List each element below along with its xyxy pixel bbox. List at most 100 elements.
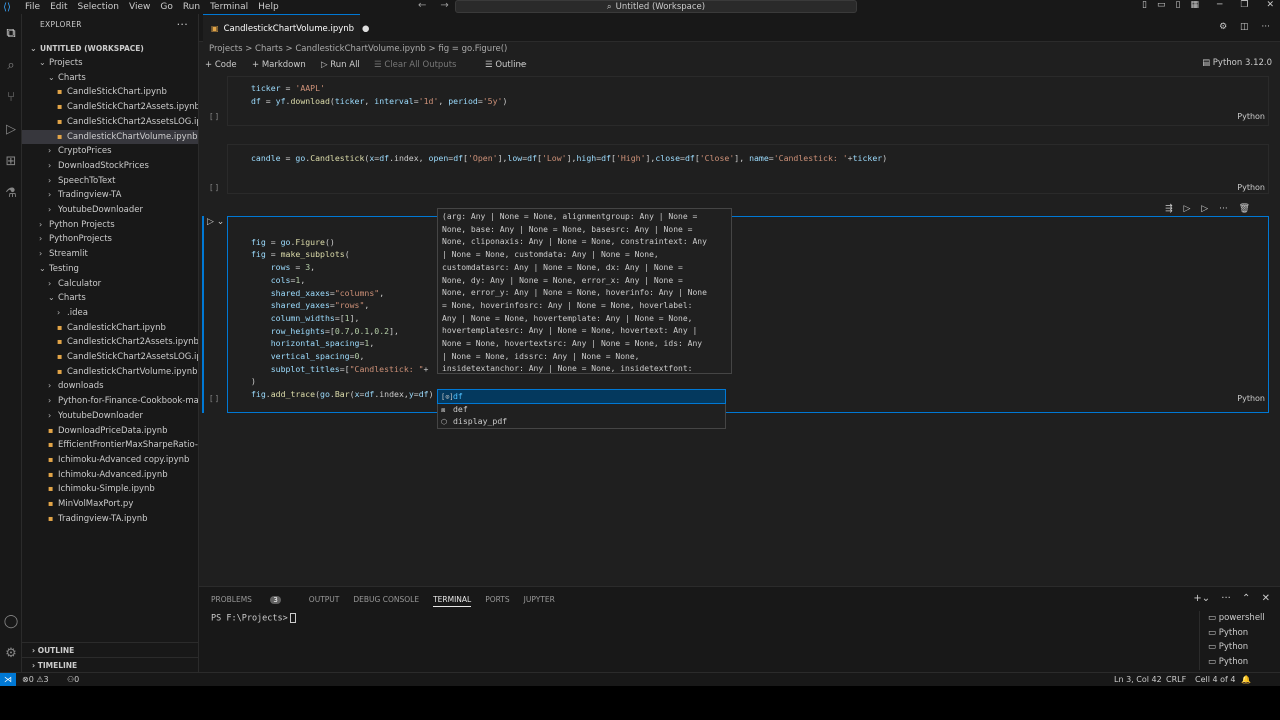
run-all-button[interactable]: ▷ Run All <box>321 58 360 72</box>
folder-item[interactable]: › Streamlit <box>22 247 198 262</box>
cell-3-language[interactable]: Python <box>1237 394 1265 403</box>
folder-item[interactable]: › YoutubeDownloader <box>22 409 198 424</box>
extensions-icon[interactable]: ⊞ <box>3 154 19 170</box>
source-control-icon[interactable]: ⑂ <box>3 90 19 106</box>
code-cell-2[interactable]: candle = go.Candlestick(x=df.index, open… <box>227 144 1269 194</box>
restore-icon[interactable]: ❐ <box>1240 0 1248 10</box>
execute-above-icon[interactable]: ▷ <box>1184 204 1191 214</box>
cell-1-language[interactable]: Python <box>1237 112 1265 121</box>
remote-indicator-icon[interactable]: ⋊ <box>0 673 16 686</box>
outline-section[interactable]: › OUTLINE <box>22 642 198 657</box>
tab-jupyter[interactable]: JUPYTER <box>524 595 555 607</box>
account-icon[interactable]: ◯ <box>3 614 19 630</box>
folder-item[interactable]: › DownloadStockPrices <box>22 159 198 174</box>
run-by-line-icon[interactable]: ⇶ <box>1165 204 1173 214</box>
suggestion-item[interactable]: ⧈ def <box>438 403 725 416</box>
file-item[interactable]: ▪ CandlestickChartVolume.ipynb <box>22 365 198 380</box>
tab-problems[interactable]: PROBLEMS 3 <box>211 595 295 607</box>
customize-layout-icon[interactable]: ▦ <box>1190 0 1199 10</box>
tab-output[interactable]: OUTPUT <box>309 595 340 607</box>
menu-view[interactable]: View <box>129 2 150 12</box>
suggestion-item[interactable]: ⬡ display_pdf <box>438 415 725 428</box>
new-terminal-icon[interactable]: +⌄ <box>1193 593 1210 604</box>
terminal-item[interactable]: ▭ Python <box>1208 655 1279 670</box>
cell-2-code[interactable]: candle = go.Candlestick(x=df.index, open… <box>251 152 887 165</box>
toggle-secondary-sidebar-icon[interactable]: ▯ <box>1175 0 1180 10</box>
add-markdown-button[interactable]: + Markdown <box>252 58 306 72</box>
file-item[interactable]: ▪ CandlestickChart.ipynb <box>22 321 198 336</box>
file-item[interactable]: ▪ CandleStickChart2AssetsLOG.ipynb <box>22 115 198 130</box>
file-item[interactable]: ▪ CandleStickChart2Assets.ipynb <box>22 100 198 115</box>
toggle-sidebar-icon[interactable]: ▯ <box>1142 0 1147 10</box>
folder-item[interactable]: › .idea <box>22 306 198 321</box>
line-ending[interactable]: CRLF <box>1166 673 1186 686</box>
cell-1-code[interactable]: ticker = 'AAPL' df = yf.download(ticker, … <box>251 82 507 107</box>
file-item[interactable]: ▪ CandleStickChart2AssetsLOG.ipynb <box>22 350 198 365</box>
kernel-picker[interactable]: ▤ Python 3.12.0 <box>1202 58 1272 68</box>
folder-item[interactable]: › CryptoPrices <box>22 144 198 159</box>
folder-item[interactable]: › Tradingview-TA <box>22 188 198 203</box>
terminal-item[interactable]: ▭ Python <box>1208 640 1279 655</box>
forward-arrow-icon[interactable]: → <box>440 0 448 11</box>
run-cell-button[interactable]: ▷ ⌄ <box>207 217 224 227</box>
workspace-root[interactable]: ⌄ UNTITLED (WORKSPACE) <box>22 42 198 57</box>
file-item[interactable]: ▪ CandlestickChartVolume.ipynb <box>22 129 198 145</box>
testing-icon[interactable]: ⚗ <box>3 186 19 202</box>
unsaved-dot-icon[interactable]: ● <box>362 24 369 34</box>
split-editor-icon[interactable]: ◫ <box>1240 22 1249 32</box>
file-item[interactable]: ▪ DownloadPriceData.ipynb <box>22 424 198 439</box>
folder-item[interactable]: › YoutubeDownloader <box>22 203 198 218</box>
folder-item[interactable]: ⌄ Projects <box>22 56 198 71</box>
search-icon[interactable]: ⌕ <box>3 58 19 74</box>
folder-item[interactable]: › PythonProjects <box>22 232 198 247</box>
cursor-position[interactable]: Ln 3, Col 42 <box>1114 673 1162 686</box>
more-actions-icon[interactable]: ··· <box>1219 204 1228 214</box>
file-item[interactable]: ▪ MinVolMaxPort.py <box>22 497 198 512</box>
explorer-icon[interactable]: ⧉ <box>3 26 19 42</box>
file-item[interactable]: ▪ Tradingview-TA.ipynb <box>22 512 198 527</box>
close-window-icon[interactable]: ✕ <box>1266 0 1274 10</box>
file-item[interactable]: ▪ Ichimoku-Simple.ipynb <box>22 482 198 497</box>
folder-item[interactable]: › Python-for-Finance-Cookbook-mas... <box>22 394 198 409</box>
tab-notebook[interactable]: ▣ CandlestickChartVolume.ipynb ● <box>203 14 369 42</box>
cell-2-language[interactable]: Python <box>1237 183 1265 192</box>
manage-gear-icon[interactable]: ⚙ <box>3 646 19 662</box>
ports-status[interactable]: ⚇0 <box>67 673 79 686</box>
folder-item[interactable]: › SpeechToText <box>22 174 198 189</box>
cell-indicator[interactable]: Cell 4 of 4 <box>1195 673 1235 686</box>
more-actions-icon[interactable]: ··· <box>1261 22 1270 32</box>
file-item[interactable]: ▪ CandleStickChart.ipynb <box>22 85 198 100</box>
clear-outputs-button[interactable]: ☰ Clear All Outputs <box>374 58 456 72</box>
folder-item[interactable]: ⌄ Charts <box>22 71 198 86</box>
toggle-panel-icon[interactable]: ▭ <box>1157 0 1166 10</box>
menu-edit[interactable]: Edit <box>50 2 67 12</box>
file-item[interactable]: ▪ Ichimoku-Advanced copy.ipynb <box>22 453 198 468</box>
file-item[interactable]: ▪ Ichimoku-Advanced.ipynb <box>22 468 198 483</box>
maximize-panel-icon[interactable]: ⌃ <box>1242 593 1250 604</box>
breadcrumb[interactable]: Projects > Charts > CandlestickChartVolu… <box>209 44 507 54</box>
more-actions-icon[interactable]: ··· <box>177 18 188 31</box>
problems-status[interactable]: ⊗0 ⚠3 <box>22 673 49 686</box>
terminal-prompt[interactable]: PS F:\Projects> <box>211 613 296 624</box>
cell-3-code[interactable]: fig = go.Figure() fig = make_subplots( ro… <box>251 223 434 401</box>
file-item[interactable]: ▪ EfficientFrontierMaxSharpeRatio-M... <box>22 438 198 453</box>
tab-terminal[interactable]: TERMINAL <box>433 595 472 607</box>
tab-debug-console[interactable]: DEBUG CONSOLE <box>353 595 419 607</box>
folder-item[interactable]: ⌄ Testing <box>22 262 198 277</box>
notifications-bell-icon[interactable]: 🔔 <box>1241 673 1251 686</box>
menu-terminal[interactable]: Terminal <box>210 2 248 12</box>
execute-below-icon[interactable]: ▷ <box>1201 204 1208 214</box>
minimize-icon[interactable]: ─ <box>1217 0 1222 10</box>
folder-item[interactable]: › downloads <box>22 379 198 394</box>
menu-run[interactable]: Run <box>183 2 200 12</box>
more-actions-icon[interactable]: ··· <box>1221 593 1231 604</box>
timeline-section[interactable]: › TIMELINE <box>22 657 198 672</box>
suggestion-item[interactable]: [⊙]df <box>437 389 726 404</box>
menu-go[interactable]: Go <box>160 2 172 12</box>
code-cell-3[interactable]: fig = go.Figure() fig = make_subplots( ro… <box>227 216 1269 413</box>
menu-help[interactable]: Help <box>258 2 279 12</box>
folder-item[interactable]: ⌄ Charts <box>22 291 198 306</box>
tab-ports[interactable]: PORTS <box>485 595 509 607</box>
settings-gear-icon[interactable]: ⚙ <box>1219 22 1227 32</box>
menu-selection[interactable]: Selection <box>78 2 119 12</box>
